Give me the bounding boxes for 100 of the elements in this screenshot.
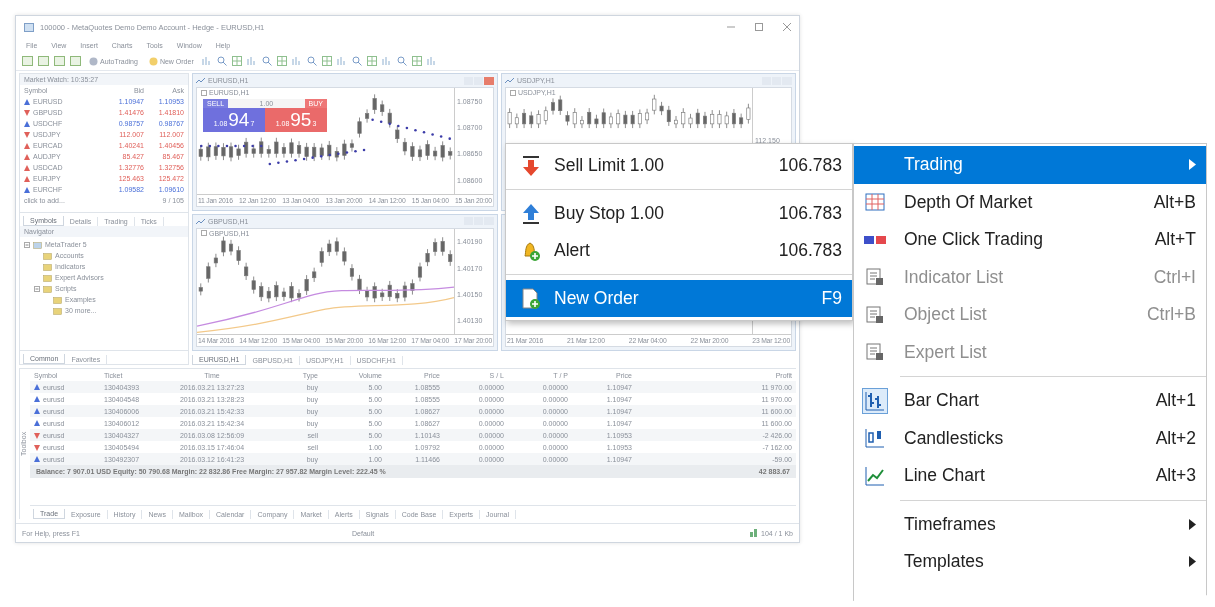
candlestick (425, 248, 430, 267)
candlestick (558, 95, 563, 116)
grid-icon[interactable] (276, 56, 287, 66)
indicator-dot (405, 126, 409, 130)
menu-item[interactable]: New Order F9 (506, 280, 852, 317)
zoom-icon[interactable] (216, 56, 227, 66)
candlestick (739, 113, 744, 129)
candlestick (221, 142, 226, 161)
candlestick (372, 93, 377, 115)
candlestick (529, 111, 534, 129)
menu-item[interactable]: Bar Chart Alt+1 (854, 382, 1206, 420)
window-controls-icon[interactable] (464, 76, 494, 85)
indicator-dot (345, 151, 349, 154)
indicator-dot (414, 128, 417, 132)
zoom-icon[interactable] (306, 56, 317, 66)
candlestick (514, 113, 519, 129)
candlestick (433, 237, 438, 256)
minimize-icon[interactable] (727, 23, 735, 31)
indicator-dot (371, 118, 374, 121)
candlestick (266, 144, 271, 159)
menu-item[interactable]: Line Chart Alt+3 (854, 457, 1206, 495)
candlestick (717, 109, 722, 129)
maximize-icon[interactable] (755, 23, 763, 31)
zoom-icon[interactable] (261, 56, 272, 66)
grid-icon[interactable] (366, 56, 377, 66)
candlestick (259, 137, 264, 159)
candlestick (372, 281, 377, 303)
trade-panel-icon (864, 234, 886, 245)
menu-item[interactable]: Trading (854, 146, 1206, 184)
candlestick (206, 261, 211, 283)
menu-item[interactable]: One Click Trading Alt+T (854, 221, 1206, 259)
indicator-dot (285, 160, 289, 163)
candlestick (304, 142, 309, 162)
candlestick (402, 280, 407, 302)
candlestick (425, 139, 430, 161)
candlestick (206, 142, 211, 162)
candlestick (572, 107, 577, 129)
candlestick (349, 263, 354, 281)
candlestick (395, 125, 400, 144)
candlestick (710, 109, 715, 129)
candlestick (417, 145, 422, 162)
indicator-dot (200, 144, 203, 148)
candlestick (334, 146, 339, 162)
candlestick (380, 287, 385, 301)
candlestick (229, 238, 234, 256)
indicator-dot (217, 144, 220, 148)
object-list-icon (865, 304, 885, 325)
grid-icon[interactable] (321, 56, 332, 66)
grid-icon (865, 193, 885, 212)
menu-item[interactable]: Depth Of Market Alt+B (854, 183, 1206, 221)
candlestick (731, 108, 736, 129)
indicator-dot (319, 155, 323, 158)
indicator-dot (259, 144, 263, 148)
candlestick (198, 144, 203, 162)
candlestick (681, 107, 686, 129)
expand-icon[interactable] (24, 241, 30, 248)
menu-item[interactable]: Templates (854, 543, 1206, 581)
candlestick (357, 273, 362, 294)
candlestick (448, 147, 453, 160)
candlestick (266, 286, 271, 303)
submenu-arrow-icon (1189, 159, 1196, 171)
candlestick (334, 236, 339, 256)
candlestick (380, 100, 385, 117)
candlestick (565, 110, 570, 126)
menu-item[interactable]: Sell Limit 1.00 106.783 (506, 147, 852, 184)
candlestick (580, 115, 584, 129)
submenu-arrow-icon (1189, 518, 1196, 530)
indicator-list-icon (865, 267, 885, 288)
menu-item[interactable]: Alert 106.783 (506, 232, 852, 269)
candlestick (304, 274, 309, 295)
candlestick (327, 238, 332, 256)
candlestick (395, 288, 400, 303)
candlestick (695, 108, 700, 129)
grid-icon[interactable] (231, 56, 242, 66)
menu-item[interactable]: Timeframes (854, 505, 1206, 543)
candlestick (312, 142, 317, 162)
menu-item[interactable]: Candlesticks Alt+2 (854, 419, 1206, 457)
close-icon[interactable] (783, 23, 791, 31)
candlestick (221, 235, 226, 257)
candlestick (274, 280, 279, 301)
app-icon (24, 22, 34, 32)
indicator-dot (337, 152, 340, 156)
expand-icon[interactable] (34, 285, 40, 292)
candlestick (319, 143, 324, 161)
candlestick (688, 113, 693, 129)
candlestick (259, 281, 264, 301)
indicator-dot (328, 153, 332, 157)
indicator-dot (208, 144, 212, 148)
indicator-dot (448, 137, 451, 140)
zoom-icon[interactable] (351, 56, 362, 66)
candlestick (244, 261, 249, 280)
candlestick (244, 137, 249, 159)
zoom-icon[interactable] (396, 56, 407, 66)
menu-item[interactable]: Buy Stop 1.00 106.783 (506, 195, 852, 232)
candlestick (289, 138, 294, 159)
indicator-dot (397, 124, 400, 128)
candlestick (297, 140, 302, 159)
grid-icon[interactable] (411, 56, 422, 66)
indicator-dot (251, 144, 254, 148)
new-document-icon (520, 287, 542, 310)
